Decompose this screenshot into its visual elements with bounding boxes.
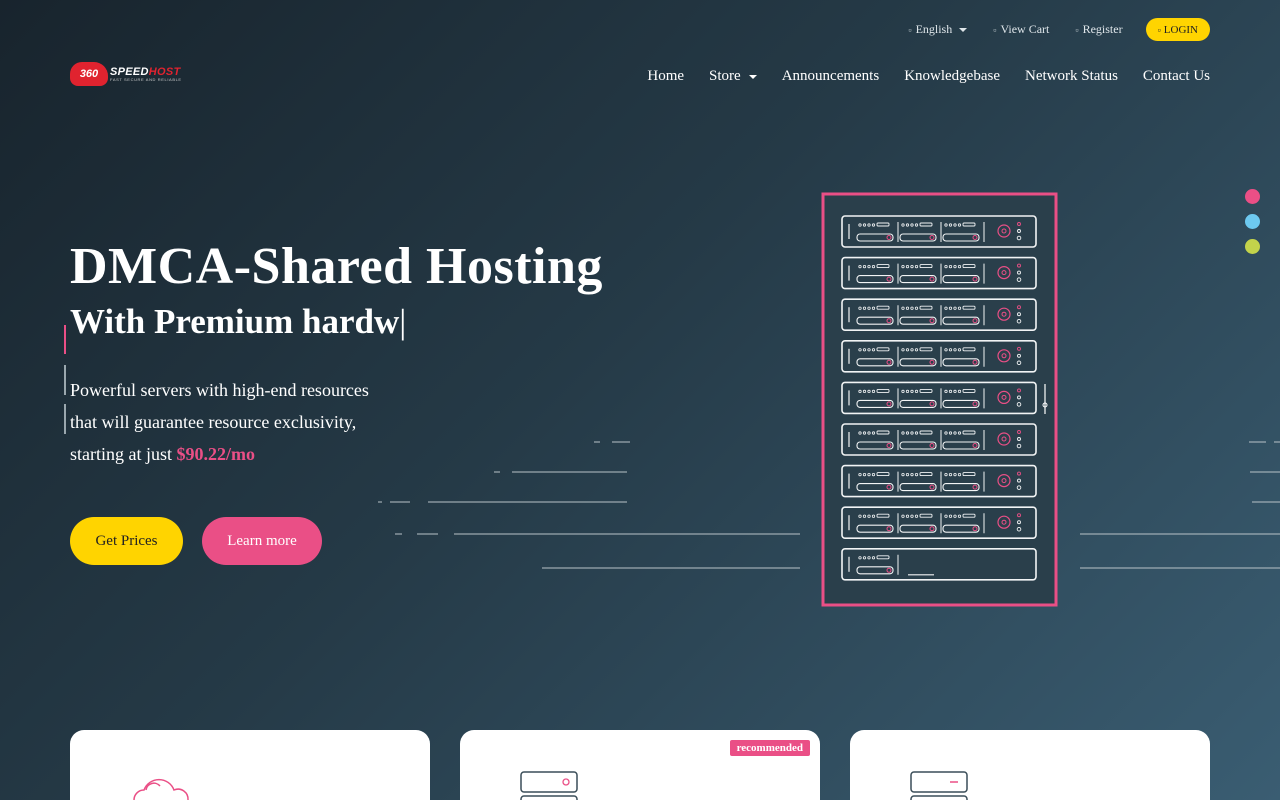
recommended-badge: recommended (729, 740, 810, 756)
server-rack-illustration (378, 192, 1280, 607)
rack-frame (821, 192, 1058, 607)
cloud-icon (133, 778, 189, 800)
plan-card-1[interactable] (70, 730, 430, 800)
server-stack-icon (910, 771, 968, 800)
plan-card-3[interactable] (850, 730, 1210, 800)
server-icon (520, 771, 578, 800)
plan-card-2[interactable]: recommended (460, 730, 820, 800)
